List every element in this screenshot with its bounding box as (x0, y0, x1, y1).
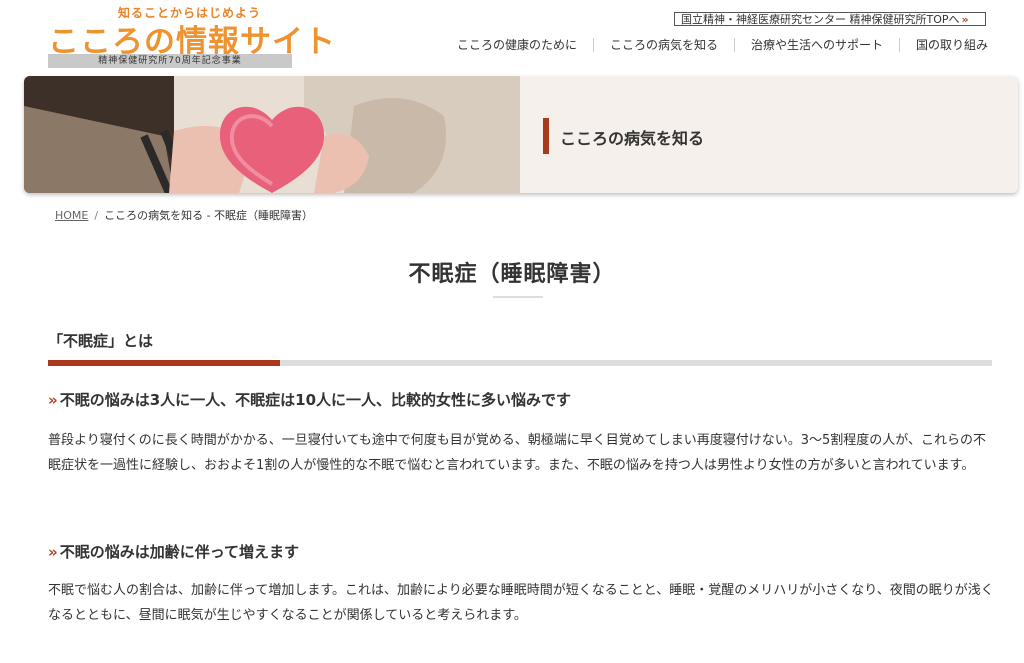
hands-heart-illustration (24, 76, 520, 193)
section-divider (48, 360, 992, 366)
breadcrumb: HOME / こころの病気を知る - 不眠症（睡眠障害） (55, 207, 313, 223)
global-nav: こころの健康のために こころの病気を知る 治療や生活へのサポート 国の取り組み (441, 38, 988, 52)
hero-title-panel: こころの病気を知る (520, 76, 1018, 193)
breadcrumb-current: こころの病気を知る - 不眠症（睡眠障害） (104, 209, 314, 222)
double-chevron-right-icon: » (48, 543, 58, 561)
subheading-aging-text: 不眠の悩みは加齢に伴って増えます (59, 543, 299, 561)
breadcrumb-separator: / (94, 209, 99, 222)
hero-photo (24, 76, 520, 193)
nav-item-mental-health[interactable]: こころの健康のために (441, 38, 593, 52)
page-title: 不眠症（睡眠障害） (408, 262, 616, 287)
logo-subtitle: 精神保健研究所70周年記念事業 (48, 54, 292, 68)
hero-title: こころの病気を知る (560, 129, 705, 148)
nav-item-support[interactable]: 治療や生活へのサポート (733, 38, 899, 52)
double-chevron-right-icon: » (961, 13, 969, 26)
paragraph-prevalence: 普段より寝付くのに長く時間がかかる、一旦寝付いても途中で何度も目が覚める、朝極端… (48, 433, 986, 473)
double-chevron-right-icon: » (48, 391, 58, 409)
hero-accent-bar (543, 118, 549, 154)
nav-item-know-illness[interactable]: こころの病気を知る (592, 38, 734, 52)
subheading-aging: » 不眠の悩みは加齢に伴って増えます (48, 541, 299, 562)
institute-top-link[interactable]: 国立精神・神経医療研究センター 精神保健研究所TOPへ» (674, 12, 986, 26)
paragraph-aging: 不眠で悩む人の割合は、加齢に伴って増加します。これは、加齢により必要な睡眠時間が… (48, 583, 994, 623)
site-logo[interactable]: 知ることからはじめよう こころの情報サイト 精神保健研究所70周年記念事業 (48, 4, 335, 68)
section-divider-accent (48, 360, 280, 366)
hero-banner: こころの病気を知る (24, 76, 1018, 193)
breadcrumb-home[interactable]: HOME (55, 209, 88, 222)
section-heading: 「不眠症」とは (48, 332, 154, 350)
nav-item-government[interactable]: 国の取り組み (898, 38, 988, 52)
title-divider (493, 296, 543, 298)
subheading-prevalence: » 不眠の悩みは3人に一人、不眠症は10人に一人、比較的女性に多い悩みです (48, 389, 571, 410)
institute-top-link-label: 国立精神・神経医療研究センター 精神保健研究所TOPへ (681, 13, 960, 26)
subheading-prevalence-text: 不眠の悩みは3人に一人、不眠症は10人に一人、比較的女性に多い悩みです (59, 391, 572, 409)
